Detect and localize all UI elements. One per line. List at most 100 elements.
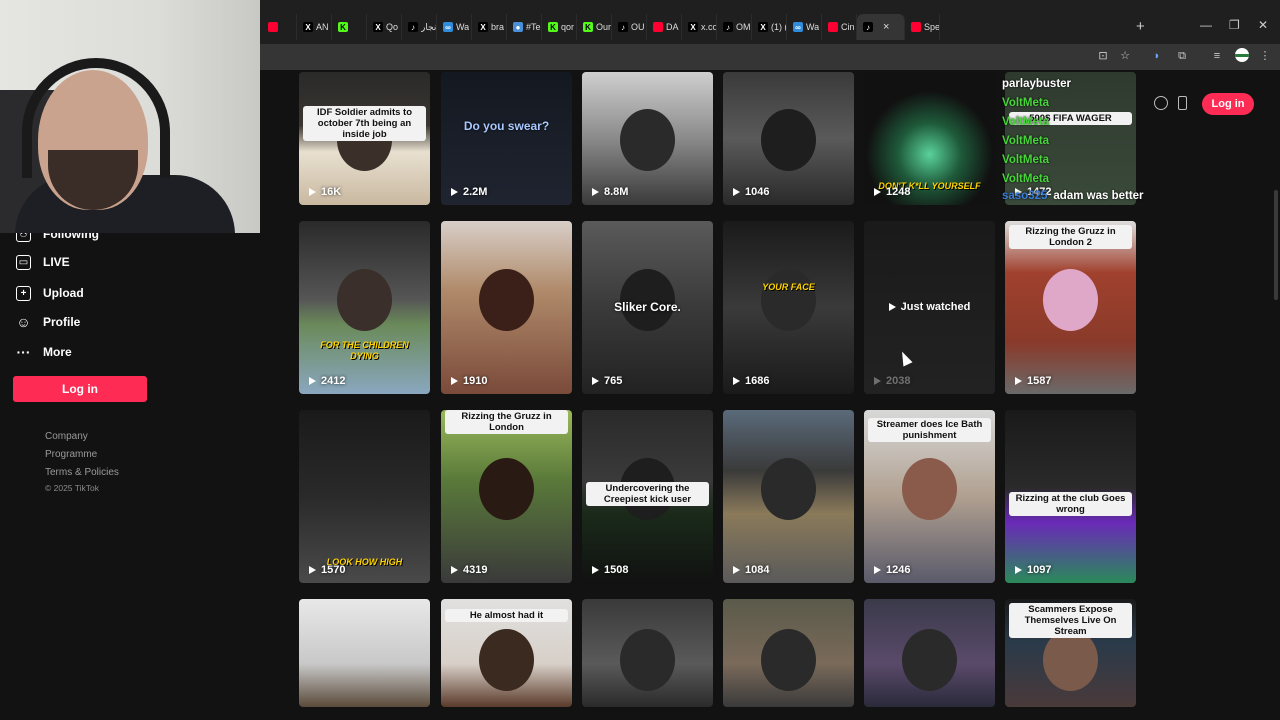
video-caption: Scammers Expose Themselves Live On Strea… (1009, 603, 1132, 638)
sidebar-item-upload[interactable]: + Upload (16, 283, 84, 303)
webcam-headphones (22, 58, 170, 178)
view-count: 1910 (451, 375, 487, 387)
install-app-icon[interactable]: ⊡ (1096, 49, 1110, 63)
sidebar-item-live[interactable]: ▭ LIVE (16, 252, 70, 272)
browser-tab-17[interactable]: ♪ × (857, 14, 905, 40)
tab-title: Our (596, 22, 611, 32)
new-tab-button[interactable]: + (1136, 18, 1145, 35)
video-card[interactable]: Sliker Core. 765 (582, 221, 713, 394)
video-thumbnail-figure (479, 269, 534, 332)
video-card[interactable]: LOOK HOW HIGH 1570 (299, 410, 430, 583)
chat-message: VoltMeta (1002, 154, 1172, 166)
x-icon: X (758, 22, 768, 32)
view-count: 1246 (874, 564, 910, 576)
video-card[interactable] (299, 599, 430, 707)
browser-tab-16[interactable]: Cin (822, 14, 857, 40)
video-card[interactable]: FOR THE CHILDREN DYING 2412 (299, 221, 430, 394)
stream-chat-overlay: parlaybuster VoltMeta VoltMeta VoltMeta Volt… (1002, 78, 1172, 209)
video-thumbnail-figure (1043, 269, 1098, 332)
extension-icon[interactable]: ◗ (1150, 49, 1164, 63)
video-thumbnail-figure (620, 109, 675, 172)
video-caption: IDF Soldier admits to october 7th being … (303, 106, 426, 141)
page-scrollbar[interactable] (1274, 190, 1278, 300)
video-caption: Do you swear? (463, 119, 550, 133)
tab-close-icon[interactable]: × (883, 21, 889, 33)
video-card[interactable] (723, 599, 854, 707)
view-count: 1587 (1015, 375, 1051, 387)
menu-kebab-icon[interactable]: ⋮ (1258, 49, 1272, 63)
video-card[interactable]: Rizzing the Gruzz in London 2 1587 (1005, 221, 1136, 394)
video-card[interactable]: 1910 (441, 221, 572, 394)
browser-tab-2[interactable]: K (332, 14, 367, 40)
video-card[interactable]: Streamer does Ice Bath punishment 1246 (864, 410, 995, 583)
play-icon (309, 377, 316, 385)
view-count: 1508 (592, 564, 628, 576)
browser-tab-0[interactable] (262, 14, 297, 40)
browser-tab-10[interactable]: ♪ OU (612, 14, 647, 40)
footer-terms-link[interactable]: Terms & Policies (45, 467, 119, 478)
close-window-button[interactable]: ✕ (1258, 18, 1268, 32)
video-card[interactable]: Scammers Expose Themselves Live On Strea… (1005, 599, 1136, 707)
restore-button[interactable]: ❐ (1229, 18, 1240, 32)
profile-icon: ☺ (16, 314, 31, 330)
play-icon (592, 377, 599, 385)
video-card[interactable]: 1046 (723, 72, 854, 205)
x-icon: X (478, 22, 488, 32)
footer-company-link[interactable]: Company (45, 431, 88, 442)
view-count-text: 1508 (604, 564, 629, 576)
minimize-button[interactable]: — (1200, 18, 1212, 32)
video-card[interactable]: Rizzing the Gruzz in London 4319 (441, 410, 572, 583)
bookmark-star-icon[interactable]: ☆ (1118, 49, 1132, 63)
browser-tab-11[interactable]: DA (647, 14, 682, 40)
video-card[interactable]: 1084 (723, 410, 854, 583)
video-card[interactable]: 8.8M (582, 72, 713, 205)
sidebar-item-profile[interactable]: ☺ Profile (16, 312, 80, 332)
browser-tab-9[interactable]: K Our (577, 14, 612, 40)
chat-message: saso325 adam was better (1002, 190, 1172, 202)
reading-list-icon[interactable]: ≡ (1210, 49, 1224, 63)
browser-tab-3[interactable]: X Qo (367, 14, 402, 40)
video-card[interactable]: Just watched 2038 (864, 221, 995, 394)
tab-title: qor (561, 22, 575, 32)
browser-tab-4[interactable]: ♪ نجار (402, 14, 437, 40)
view-count: 2412 (309, 375, 345, 387)
browser-tab-1[interactable]: X AN (297, 14, 332, 40)
tab-title: #Te (526, 22, 541, 32)
video-card[interactable] (864, 599, 995, 707)
play-icon (309, 188, 316, 196)
browser-tab-14[interactable]: X (1) ( (752, 14, 787, 40)
browser-tab-7[interactable]: ● #Te (507, 14, 542, 40)
video-card[interactable]: Do you swear? 2.2M (441, 72, 572, 205)
chat-username: VoltMeta (1002, 173, 1050, 185)
browser-tab-5[interactable]: ∞ Wa (437, 14, 472, 40)
extensions-puzzle-icon[interactable]: ⧉ (1175, 49, 1189, 63)
browser-tab-18[interactable]: Spe (905, 14, 940, 40)
tab-title: DA (666, 22, 679, 32)
profile-avatar-icon[interactable] (1235, 48, 1249, 62)
video-card[interactable]: Undercovering the Creepiest kick user 150… (582, 410, 713, 583)
play-icon (451, 377, 458, 385)
header-login-button[interactable]: Log in (1202, 93, 1254, 115)
browser-tab-13[interactable]: ♪ OM (717, 14, 752, 40)
view-count: 2.2M (451, 186, 487, 198)
video-card[interactable]: YOUR FACE 1686 (723, 221, 854, 394)
view-count: 1248 (874, 186, 910, 198)
view-count-text: 2412 (321, 375, 346, 387)
video-card[interactable]: Rizzing at the club Goes wrong 1097 (1005, 410, 1136, 583)
video-card[interactable]: He almost had it (441, 599, 572, 707)
video-card[interactable]: IDF Soldier admits to october 7th being … (299, 72, 430, 205)
video-caption: He almost had it (445, 609, 568, 622)
device-icon[interactable] (1178, 96, 1187, 110)
video-thumbnail-figure (902, 458, 957, 521)
browser-tab-6[interactable]: Xbra (472, 14, 507, 40)
sidebar-item-more[interactable]: ··· More (16, 342, 72, 362)
footer-programme-link[interactable]: Programme (45, 449, 97, 460)
video-card[interactable]: DON'T K*LL YOURSELF 1248 (864, 72, 995, 205)
screen: X AN K X Qo ♪ نجار ∞ Wa Xbra ● #Te Kqor K Our ♪ OU DA Xx.c… (0, 0, 1280, 720)
browser-tab-12[interactable]: Xx.co (682, 14, 717, 40)
browser-tab-8[interactable]: Kqor (542, 14, 577, 40)
browser-tab-15[interactable]: ∞ Wa (787, 14, 822, 40)
tab-title: Spe (924, 22, 939, 32)
video-card[interactable] (582, 599, 713, 707)
sidebar-login-button[interactable]: Log in (13, 376, 147, 402)
